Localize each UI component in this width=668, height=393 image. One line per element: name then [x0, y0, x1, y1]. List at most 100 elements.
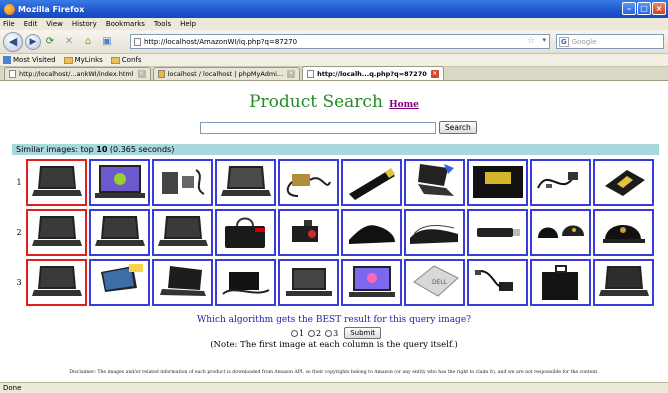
submit-button[interactable]: Submit [344, 327, 382, 339]
row-number: 3 [16, 277, 22, 287]
url-text: http://localhost/AmazonWI/iq.php?q=87270 [144, 37, 298, 46]
option-3-radio[interactable] [325, 329, 333, 337]
result-thumbnail[interactable] [593, 258, 654, 306]
minimize-button[interactable]: – [622, 2, 636, 15]
result-thumbnail[interactable] [467, 158, 528, 206]
search-button[interactable]: Search [439, 121, 477, 134]
laptop-black-2-icon [598, 266, 649, 296]
query-image[interactable] [26, 158, 87, 206]
battery-pack-icon [472, 166, 523, 198]
tab-phpmyadmin[interactable]: localhost / localhost | phpMyAdmi... × [152, 67, 301, 80]
menu-file[interactable]: File [3, 20, 15, 28]
laptop-bag-icon [224, 217, 265, 248]
star-icon[interactable]: ☆ [527, 36, 535, 46]
close-tab-icon[interactable]: × [287, 70, 296, 78]
results-row: 2 [12, 208, 656, 256]
result-thumbnail[interactable] [215, 258, 276, 306]
result-thumbnail[interactable] [89, 208, 150, 256]
close-tab-icon[interactable]: × [137, 70, 146, 78]
results-header-prefix: Similar images: top [16, 145, 97, 154]
folder-icon [110, 56, 120, 64]
menu-history[interactable]: History [72, 20, 97, 28]
result-thumbnail[interactable] [530, 208, 591, 256]
result-thumbnail[interactable] [593, 158, 654, 206]
url-bar[interactable]: http://localhost/AmazonWI/iq.php?q=87270… [130, 34, 550, 49]
usb-stick-icon [476, 228, 520, 237]
navigation-toolbar: ◀ ▶ ⟳ ✕ ⌂ ▣ http://localhost/AmazonWI/iq… [0, 30, 668, 54]
option-2-radio[interactable] [308, 329, 316, 337]
window-title: Mozilla Firefox [18, 4, 85, 14]
result-thumbnail[interactable] [530, 258, 591, 306]
home-icon[interactable]: ⌂ [81, 35, 95, 49]
home-link[interactable]: Home [389, 100, 419, 110]
result-thumbnail[interactable] [593, 208, 654, 256]
result-thumbnail[interactable] [278, 158, 339, 206]
page-title: Product Search [249, 92, 383, 112]
result-thumbnail[interactable] [278, 258, 339, 306]
bookmark-label: Confs [121, 56, 142, 64]
result-thumbnail[interactable] [152, 208, 213, 256]
option-1-radio[interactable] [290, 329, 298, 337]
shoe-icon [348, 225, 395, 244]
search-input[interactable] [200, 121, 436, 134]
result-thumbnail[interactable] [467, 208, 528, 256]
result-thumbnail[interactable] [404, 208, 465, 256]
maximize-button[interactable]: □ [637, 2, 651, 15]
query-image[interactable] [26, 208, 87, 256]
tab-index[interactable]: http://localhost/...ankWI/index.html × [4, 67, 151, 80]
result-thumbnail[interactable] [152, 158, 213, 206]
google-icon[interactable]: G [559, 36, 569, 47]
result-thumbnail[interactable] [89, 158, 150, 206]
close-window-button[interactable]: × [652, 2, 666, 15]
query-image[interactable] [26, 258, 87, 306]
menu-help[interactable]: Help [180, 20, 196, 28]
menu-view[interactable]: View [46, 20, 63, 28]
option-2-label: 2 [316, 328, 322, 338]
window-titlebar: Mozilla Firefox – □ × [0, 0, 668, 18]
result-thumbnail[interactable] [341, 258, 402, 306]
bookmark-label: Most Visited [13, 56, 56, 64]
result-thumbnail[interactable] [404, 158, 465, 206]
bookmark-add-icon[interactable]: ▣ [100, 35, 114, 49]
projector-icon [291, 220, 318, 242]
result-thumbnail[interactable] [215, 158, 276, 206]
tab-query-active[interactable]: http://localh...q.php?q=87270 × [302, 66, 444, 80]
caps-icon [537, 225, 584, 238]
adapter-kit-icon [221, 272, 269, 295]
cables-icon [536, 172, 578, 189]
result-thumbnail[interactable] [341, 208, 402, 256]
result-thumbnail[interactable] [215, 208, 276, 256]
bookmark-most-visited[interactable]: Most Visited [3, 56, 56, 64]
bookmark-label: MyLinks [74, 56, 103, 64]
close-tab-icon[interactable]: × [430, 69, 439, 78]
results-row: 1 [12, 158, 656, 206]
tab-strip: http://localhost/...ankWI/index.html × l… [0, 66, 668, 81]
disclaimer: Disclaimer: The images and/or related in… [69, 370, 599, 375]
result-thumbnail[interactable] [278, 208, 339, 256]
menu-bookmarks[interactable]: Bookmarks [106, 20, 145, 28]
bookmark-mylinks[interactable]: MyLinks [63, 56, 103, 64]
result-thumbnail[interactable] [341, 158, 402, 206]
bookmark-confs[interactable]: Confs [110, 56, 142, 64]
window-controls: – □ × [622, 2, 666, 15]
results-row: 3 DELL [12, 258, 656, 306]
menu-tools[interactable]: Tools [154, 20, 171, 28]
back-button[interactable]: ◀ [3, 31, 23, 52]
laptop-black-icon [31, 216, 82, 246]
result-thumbnail[interactable] [152, 258, 213, 306]
phpmyadmin-icon [157, 70, 165, 78]
results-count: 10 [96, 145, 108, 154]
laptop-accessories-icon [161, 169, 205, 195]
result-thumbnail[interactable] [467, 258, 528, 306]
menu-edit[interactable]: Edit [24, 20, 38, 28]
chevron-down-icon[interactable]: ▾ [542, 36, 546, 44]
forward-button[interactable]: ▶ [25, 33, 41, 50]
result-thumbnail[interactable]: DELL [404, 258, 465, 306]
result-thumbnail[interactable] [530, 158, 591, 206]
search-engine-box[interactable]: G Google [556, 34, 664, 49]
result-thumbnail[interactable] [89, 258, 150, 306]
status-bar: Done [0, 382, 668, 393]
stop-icon[interactable]: ✕ [62, 35, 76, 49]
briefcase-icon [541, 265, 578, 300]
reload-icon[interactable]: ⟳ [43, 35, 57, 49]
